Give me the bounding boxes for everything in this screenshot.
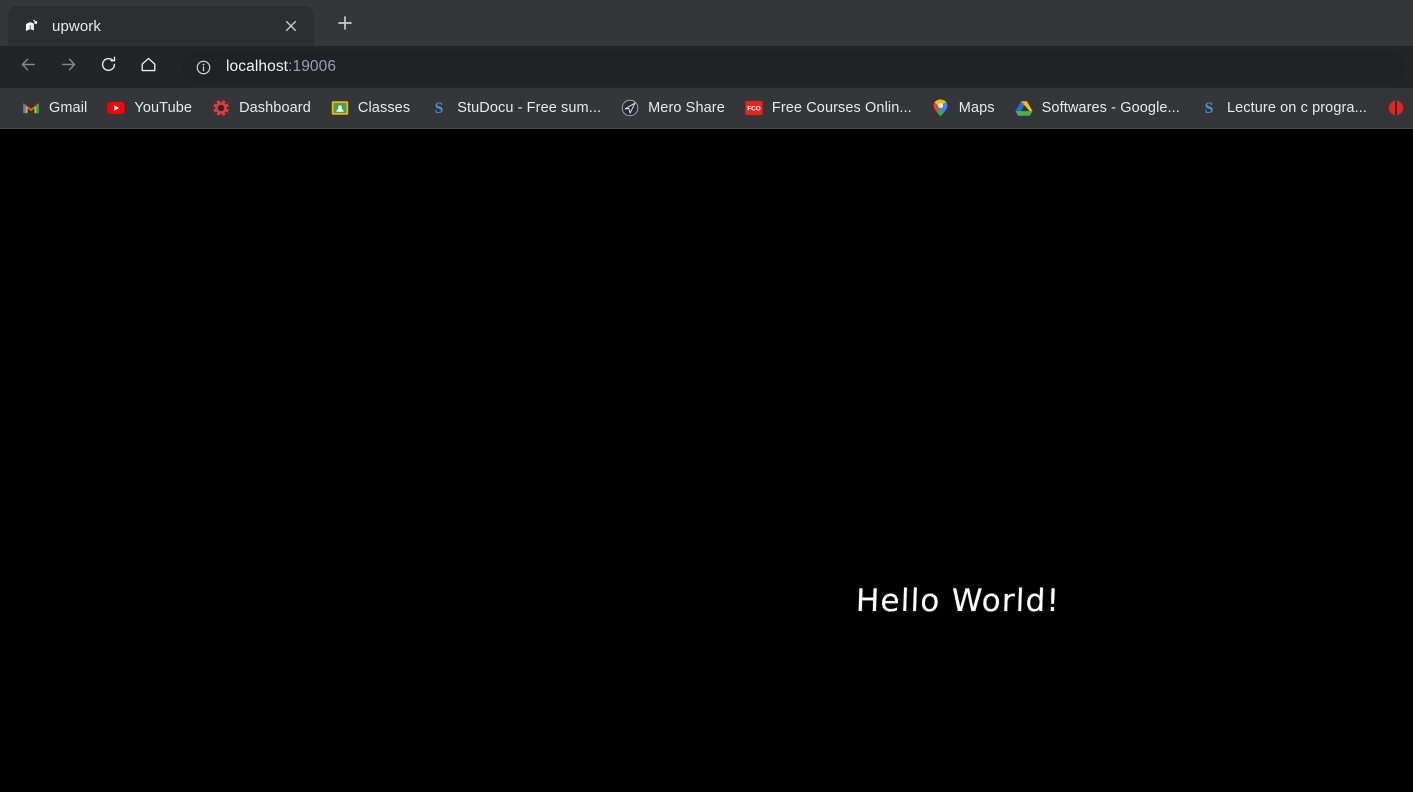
google-drive-icon bbox=[1015, 99, 1033, 117]
bookmark-studocu[interactable]: S StuDocu - Free sum... bbox=[422, 94, 609, 122]
google-classroom-icon bbox=[331, 99, 349, 117]
studocu-s-icon: S bbox=[1200, 99, 1218, 117]
studocu-s-icon: S bbox=[430, 99, 448, 117]
bookmark-label: Gmail bbox=[49, 100, 88, 116]
bookmark-label: Maps bbox=[958, 100, 995, 116]
home-icon bbox=[139, 55, 158, 79]
page-viewport: Hello World! bbox=[0, 128, 1413, 792]
mero-share-icon bbox=[621, 99, 639, 117]
svg-text:FCO: FCO bbox=[747, 106, 761, 113]
browser-toolbar: localhost:19006 bbox=[0, 46, 1413, 88]
info-circle-icon[interactable] bbox=[194, 58, 212, 76]
expo-cube-icon bbox=[22, 17, 40, 35]
back-button[interactable] bbox=[11, 50, 45, 84]
svg-text:S: S bbox=[1205, 100, 1214, 117]
bookmark-classes[interactable]: Classes bbox=[323, 94, 418, 122]
gmail-icon bbox=[22, 99, 40, 117]
google-maps-pin-icon bbox=[932, 99, 950, 117]
bookmark-label: Mero Share bbox=[648, 100, 725, 116]
home-button[interactable] bbox=[131, 50, 165, 84]
app-root: Hello World! bbox=[0, 129, 1413, 792]
bookmark-softwares-drive[interactable]: Softwares - Google... bbox=[1007, 94, 1188, 122]
forward-button[interactable] bbox=[51, 50, 85, 84]
url-text: localhost:19006 bbox=[226, 58, 336, 76]
url-host: localhost bbox=[226, 58, 289, 75]
bookmark-overflow-clipped[interactable] bbox=[1379, 94, 1413, 122]
bookmark-label: YouTube bbox=[134, 100, 193, 116]
bookmark-label: Free Courses Onlin... bbox=[771, 100, 912, 116]
bookmark-youtube[interactable]: YouTube bbox=[99, 94, 200, 122]
red-clipped-icon bbox=[1387, 99, 1405, 117]
youtube-icon bbox=[107, 99, 125, 117]
bookmarks-bar: Gmail YouTube Dashboard Classes S StuDoc… bbox=[0, 88, 1413, 128]
bookmark-lecture-c-programming[interactable]: S Lecture on c progra... bbox=[1192, 94, 1375, 122]
arrow-left-icon bbox=[19, 55, 38, 79]
address-bar[interactable]: localhost:19006 bbox=[182, 52, 1405, 82]
hello-world-heading: Hello World! bbox=[855, 582, 1062, 619]
close-icon[interactable] bbox=[278, 13, 304, 39]
browser-tab-upwork[interactable]: upwork bbox=[8, 6, 314, 46]
bookmark-gmail[interactable]: Gmail bbox=[14, 94, 95, 122]
tab-strip: upwork bbox=[0, 0, 1413, 46]
bookmark-dashboard[interactable]: Dashboard bbox=[204, 94, 319, 122]
bookmark-maps[interactable]: Maps bbox=[924, 94, 1003, 122]
plus-icon bbox=[337, 15, 353, 36]
browser-window: upwork localhost:19006 Gmail YouTube Das… bbox=[0, 0, 1413, 792]
bookmark-label: StuDocu - Free sum... bbox=[457, 100, 602, 116]
new-tab-button[interactable] bbox=[328, 8, 362, 42]
bookmark-mero-share[interactable]: Mero Share bbox=[613, 94, 733, 122]
bookmark-label: Softwares - Google... bbox=[1041, 100, 1180, 116]
fco-icon: FCO bbox=[745, 99, 763, 117]
url-port-path: :19006 bbox=[288, 58, 337, 75]
reload-button[interactable] bbox=[91, 50, 125, 84]
arrow-right-icon bbox=[59, 55, 78, 79]
bookmark-free-courses[interactable]: FCO Free Courses Onlin... bbox=[737, 94, 920, 122]
reload-icon bbox=[99, 55, 118, 79]
svg-text:S: S bbox=[435, 100, 444, 117]
tab-title: upwork bbox=[52, 17, 101, 35]
canvas-icon bbox=[212, 99, 230, 117]
bookmark-label: Classes bbox=[357, 100, 411, 116]
bookmark-label: Dashboard bbox=[239, 100, 311, 116]
bookmark-label: Lecture on c progra... bbox=[1226, 100, 1367, 116]
